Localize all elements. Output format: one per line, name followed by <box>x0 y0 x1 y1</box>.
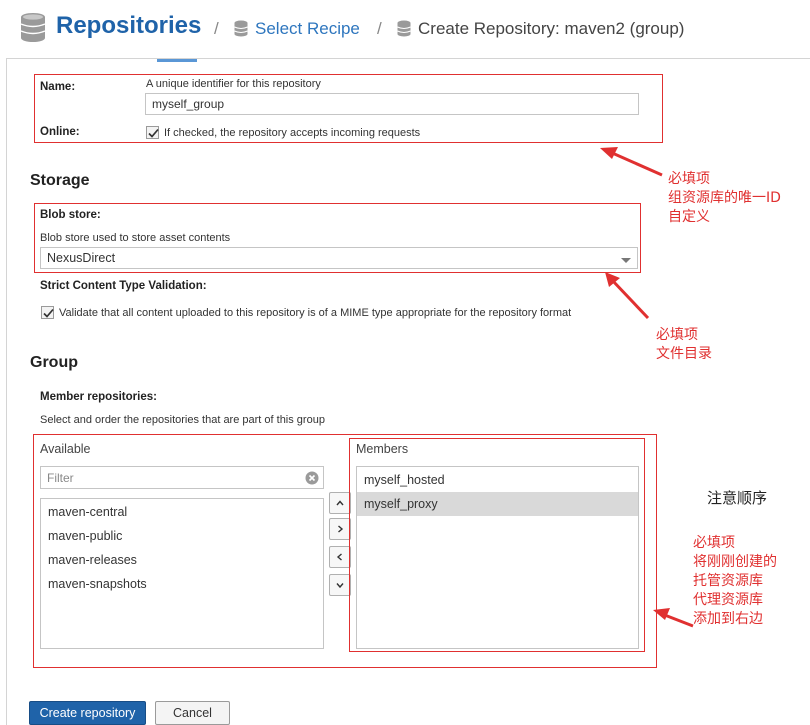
annotation-note-members: 必填项 将刚刚创建的 托管资源库 代理资源库 添加到右边 <box>693 535 777 627</box>
annotation-note-name: 必填项 组资源库的唯一ID 自定义 <box>668 171 781 225</box>
annotation-note-blob-store: 必填项 文件目录 <box>656 327 712 362</box>
annotation-note-order: 注意顺序 <box>707 489 768 507</box>
